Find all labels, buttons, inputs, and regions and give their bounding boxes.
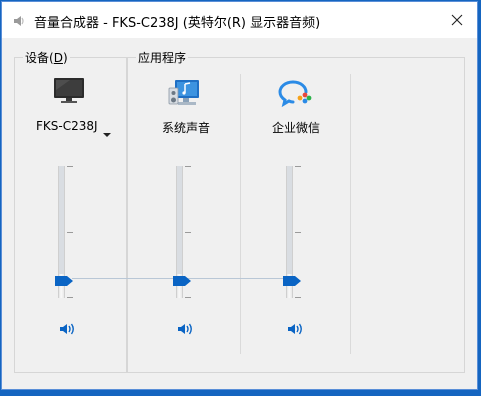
- close-icon: [451, 14, 463, 26]
- wecom-mute-button[interactable]: [287, 321, 305, 340]
- wecom-volume-thumb[interactable]: [282, 272, 301, 286]
- slider-tick: [295, 297, 301, 298]
- app-label-system-sounds: 系统声音: [162, 121, 211, 135]
- dropdown-arrow-icon[interactable]: [103, 123, 111, 142]
- system-sounds-icon: [167, 76, 201, 112]
- column-separator: [240, 74, 241, 354]
- slider-tick: [185, 232, 191, 233]
- device-volume-unfilled: [59, 166, 64, 275]
- volume-mixer-window: 音量合成器 - FKS-C238J (英特尔(R) 显示器音频) 设备(D) 应…: [1, 1, 478, 390]
- speaker-app-icon: [12, 13, 26, 32]
- slider-tick: [295, 166, 301, 167]
- slider-tick: [185, 297, 191, 298]
- title-bar[interactable]: 音量合成器 - FKS-C238J (英特尔(R) 显示器音频): [2, 2, 477, 38]
- client-area: 设备(D) 应用程序 FKS-C238J 系统声音 企业微信: [2, 38, 477, 389]
- slider-tick: [185, 166, 191, 167]
- slider-tick: [67, 232, 73, 233]
- monitor-icon: [52, 76, 86, 110]
- speaker-icon: [288, 323, 302, 335]
- wecom-volume-unfilled: [287, 166, 292, 275]
- slider-tick: [67, 166, 73, 167]
- column-separator: [350, 74, 351, 354]
- window-title: 音量合成器 - FKS-C238J (英特尔(R) 显示器音频): [34, 16, 321, 31]
- system-sounds-volume-unfilled: [177, 166, 182, 275]
- app-label-wecom: 企业微信: [272, 121, 321, 135]
- device-name-label[interactable]: FKS-C238J: [36, 119, 98, 133]
- device-volume-thumb[interactable]: [54, 272, 73, 286]
- slider-tick: [67, 297, 73, 298]
- close-button[interactable]: [437, 2, 477, 38]
- wecom-icon: [278, 78, 312, 112]
- speaker-icon: [60, 323, 74, 335]
- system-sounds-volume-thumb[interactable]: [172, 272, 191, 286]
- applications-group-label: 应用程序: [136, 49, 189, 66]
- device-mute-button[interactable]: [59, 321, 77, 340]
- system-sounds-mute-button[interactable]: [177, 321, 195, 340]
- device-group-label: 设备(D): [23, 49, 70, 66]
- speaker-icon: [178, 323, 192, 335]
- slider-tick: [295, 232, 301, 233]
